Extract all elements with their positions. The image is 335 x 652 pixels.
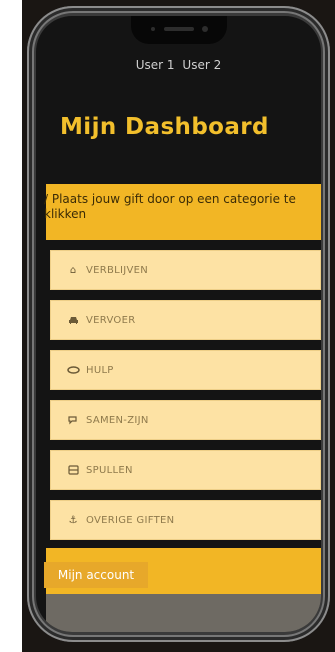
menu-item-spullen[interactable]: SPULLEN [50, 450, 321, 490]
chat-icon [66, 415, 80, 425]
menu-item-label: VERVOER [86, 314, 136, 326]
handshake-icon [66, 366, 80, 374]
menu-item-verblijven[interactable]: ⌂ VERBLIJVEN [50, 250, 321, 290]
speaker-icon [164, 27, 194, 31]
menu-item-label: OVERIGE GIFTEN [86, 514, 175, 526]
page-title: Mijn Dashboard [60, 114, 269, 140]
user-2-link[interactable]: User 2 [182, 58, 221, 72]
camera-icon [202, 26, 208, 32]
instruction-banner: / Plaats jouw gift door op een categorie… [44, 184, 321, 240]
home-icon: ⌂ [69, 264, 77, 276]
menu-item-samen-zijn[interactable]: SAMEN-ZIJN [50, 400, 321, 440]
menu-item-overige-giften[interactable]: ⚓ OVERIGE GIFTEN [50, 500, 321, 540]
phone-notch [131, 16, 227, 44]
phone-screen: User 1 User 2 Mijn Dashboard / Plaats jo… [36, 16, 321, 632]
menu-item-label: SAMEN-ZIJN [86, 414, 149, 426]
box-icon [66, 465, 80, 475]
menu-item-label: HULP [86, 364, 114, 376]
footer-nav [46, 594, 321, 632]
sensor-icon [151, 27, 155, 31]
car-icon [66, 316, 80, 325]
menu-item-label: SPULLEN [86, 464, 133, 476]
my-account-button[interactable]: Mijn account [44, 562, 148, 588]
menu-item-hulp[interactable]: HULP [50, 350, 321, 390]
user-switcher: User 1 User 2 [36, 58, 321, 72]
menu-item-vervoer[interactable]: VERVOER [50, 300, 321, 340]
anchor-icon: ⚓ [68, 514, 78, 526]
user-1-link[interactable]: User 1 [136, 58, 175, 72]
instruction-text: / Plaats jouw gift door op een categorie… [44, 192, 296, 221]
menu-item-label: VERBLIJVEN [86, 264, 149, 276]
